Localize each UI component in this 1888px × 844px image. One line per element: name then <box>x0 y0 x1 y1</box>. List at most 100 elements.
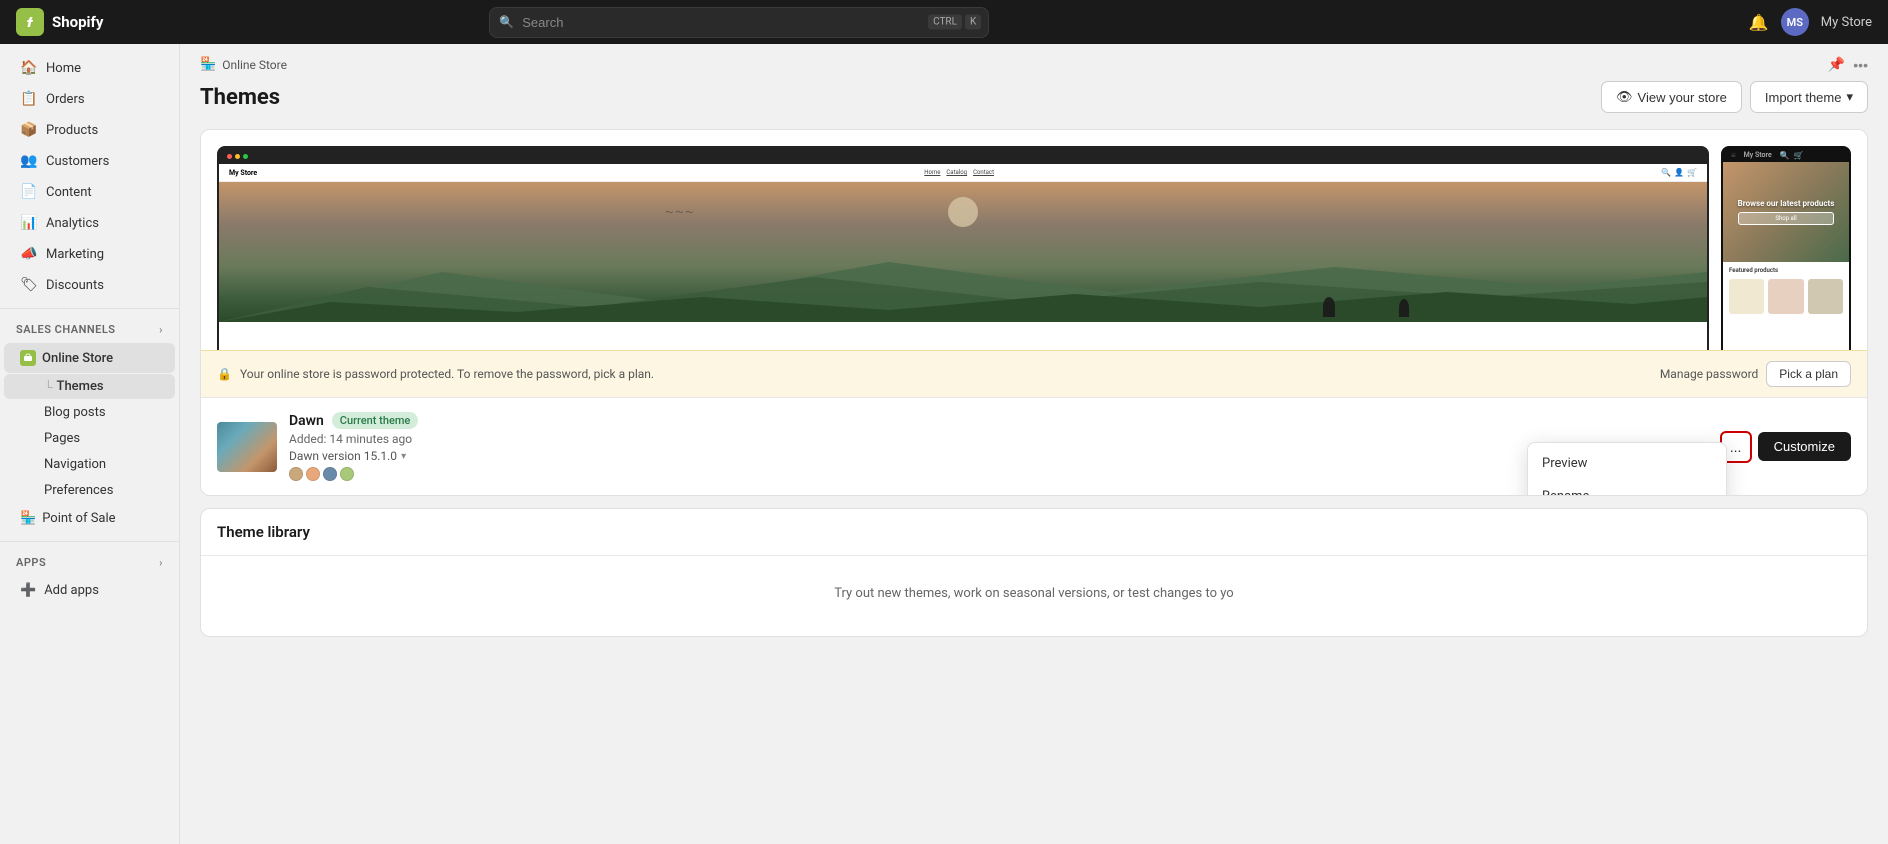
apps-header: Apps › <box>0 550 179 575</box>
nav-home: Home <box>924 169 940 176</box>
mobile-product-thumb-2 <box>1768 279 1803 314</box>
pick-plan-button[interactable]: Pick a plan <box>1766 361 1851 387</box>
sidebar-sub-pages[interactable]: Pages <box>4 426 175 451</box>
sidebar-item-analytics[interactable]: 📊 Analytics <box>4 208 175 238</box>
sidebar-sub-themes[interactable]: └ Themes <box>4 374 175 399</box>
nav-search-icon: 🔍 <box>1661 168 1671 177</box>
sidebar-orders-label: Orders <box>46 92 85 107</box>
sidebar-item-add-apps[interactable]: ➕ Add apps <box>4 576 175 605</box>
discounts-icon: 🏷 <box>20 277 38 293</box>
topbar-logo: shopify <box>16 8 103 36</box>
more-options-icon: ... <box>1730 439 1742 455</box>
mobile-hero-text: Browse our latest products <box>1738 199 1835 208</box>
mobile-nav-icons: 🔍 🛒 <box>1780 151 1804 160</box>
breadcrumb-more-button[interactable]: ••• <box>1853 56 1868 73</box>
theme-actions: ... Customize <box>1720 431 1851 463</box>
breadcrumb-actions: 📌 ••• <box>1828 56 1868 73</box>
hero-figure1 <box>1323 297 1335 317</box>
home-icon: 🏠 <box>20 60 38 76</box>
theme-version[interactable]: Dawn version 15.1.0 ▾ <box>289 449 1708 463</box>
preview-nav-icons: 🔍 👤 🛒 <box>1661 168 1697 177</box>
nav-person-icon: 👤 <box>1674 168 1684 177</box>
import-theme-label: Import theme <box>1765 90 1842 105</box>
theme-name: Dawn <box>289 413 324 429</box>
shopify-icon <box>16 8 44 36</box>
mobile-featured: Featured products <box>1723 262 1849 279</box>
manage-password-link[interactable]: Manage password <box>1660 367 1758 381</box>
preview-hero: 〜 〜 〜 <box>219 182 1707 322</box>
add-apps-label: Add apps <box>44 583 99 598</box>
sidebar-item-marketing[interactable]: 📣 Marketing <box>4 239 175 269</box>
theme-library-card: Theme library Try out new themes, work o… <box>200 508 1868 637</box>
pages-label: Pages <box>44 431 80 446</box>
mobile-brand: My Store <box>1744 151 1772 159</box>
sales-channels-label: Sales channels <box>16 323 116 336</box>
customize-button[interactable]: Customize <box>1758 432 1851 461</box>
sidebar-sub-navigation[interactable]: Navigation <box>4 452 175 477</box>
breadcrumb-icon: 🏪 <box>200 57 216 72</box>
ctrl-key: CTRL <box>928 15 962 30</box>
mobile-search-icon: 🔍 <box>1780 151 1790 160</box>
hero-figure2 <box>1399 299 1409 317</box>
theme-info-row: Dawn Current theme Added: 14 minutes ago… <box>201 397 1867 495</box>
page-title-row: Themes 👁 View your store Import theme ▾ <box>200 81 1868 113</box>
theme-thumbnail <box>217 422 277 472</box>
analytics-icon: 📊 <box>20 215 38 231</box>
nav-catalog: Catalog <box>946 169 967 176</box>
preview-nav-links: Home Catalog Contact <box>924 169 994 176</box>
sidebar-item-home[interactable]: 🏠 Home <box>4 53 175 83</box>
password-notice-right: Manage password Pick a plan <box>1660 361 1851 387</box>
page-title-actions: 👁 View your store Import theme ▾ <box>1601 81 1868 113</box>
themes-sub-indent: └ <box>44 380 53 394</box>
mobile-product-thumb-3 <box>1808 279 1843 314</box>
pos-label: Point of Sale <box>42 511 115 526</box>
hero-birds: 〜 〜 〜 <box>665 207 693 218</box>
swatch-1 <box>289 467 303 481</box>
sidebar-item-online-store[interactable]: Online Store <box>4 343 175 373</box>
mobile-cart-icon: 🛒 <box>1794 151 1804 160</box>
sidebar-item-orders[interactable]: 📋 Orders <box>4 84 175 114</box>
online-store-icon <box>20 350 36 366</box>
k-key: K <box>965 15 981 30</box>
dropdown-item-preview[interactable]: Preview <box>1528 447 1726 480</box>
view-store-label: View your store <box>1638 90 1727 105</box>
swatch-3 <box>323 467 337 481</box>
chevron-down-icon: ▾ <box>1846 89 1853 105</box>
sidebar-item-content[interactable]: 📄 Content <box>4 177 175 207</box>
content-icon: 📄 <box>20 184 38 200</box>
sidebar-sub-blog-posts[interactable]: Blog posts <box>4 400 175 425</box>
theme-name-row: Dawn Current theme <box>289 412 1708 429</box>
rename-label: Rename <box>1542 489 1589 496</box>
sidebar-item-point-of-sale[interactable]: 🏪 Point of Sale <box>4 504 175 533</box>
import-theme-button[interactable]: Import theme ▾ <box>1750 81 1868 113</box>
sidebar-customers-label: Customers <box>46 154 109 169</box>
swatch-4 <box>340 467 354 481</box>
navigation-label: Navigation <box>44 457 106 472</box>
dot-green <box>243 154 248 159</box>
sidebar-item-discounts[interactable]: 🏷 Discounts <box>4 270 175 300</box>
dropdown-item-rename[interactable]: Rename <box>1528 480 1726 496</box>
sidebar-item-customers[interactable]: 👥 Customers <box>4 146 175 176</box>
bell-icon[interactable]: 🔔 <box>1749 13 1769 32</box>
sidebar-sub-preferences[interactable]: Preferences <box>4 478 175 503</box>
preview-nav-brand: My Store <box>229 169 257 177</box>
add-apps-icon: ➕ <box>20 583 36 598</box>
preview-desktop: My Store Home Catalog Contact 🔍 👤 🛒 <box>217 146 1709 350</box>
sidebar-content-label: Content <box>46 185 92 200</box>
sidebar-marketing-label: Marketing <box>46 247 104 262</box>
view-store-button[interactable]: 👁 View your store <box>1601 81 1742 113</box>
sidebar-products-label: Products <box>46 123 98 138</box>
dot-yellow <box>235 154 240 159</box>
main-content: 🏪 Online Store 📌 ••• Themes 👁 View your … <box>180 44 1888 844</box>
apps-chevron-icon: › <box>159 556 163 569</box>
search-icon: 🔍 <box>499 15 514 29</box>
page-title: Themes <box>200 85 280 110</box>
mobile-hero: Browse our latest products Shop all <box>1723 162 1849 262</box>
sidebar-item-products[interactable]: 📦 Products <box>4 115 175 145</box>
theme-info: Dawn Current theme Added: 14 minutes ago… <box>289 412 1708 481</box>
mobile-content: Browse our latest products Shop all Feat… <box>1723 162 1849 350</box>
pin-button[interactable]: 📌 <box>1828 56 1845 73</box>
search-input[interactable] <box>489 7 989 38</box>
preview-mobile: ≡ My Store 🔍 🛒 Browse our lates <box>1721 146 1851 350</box>
sidebar-divider-1 <box>0 308 179 309</box>
